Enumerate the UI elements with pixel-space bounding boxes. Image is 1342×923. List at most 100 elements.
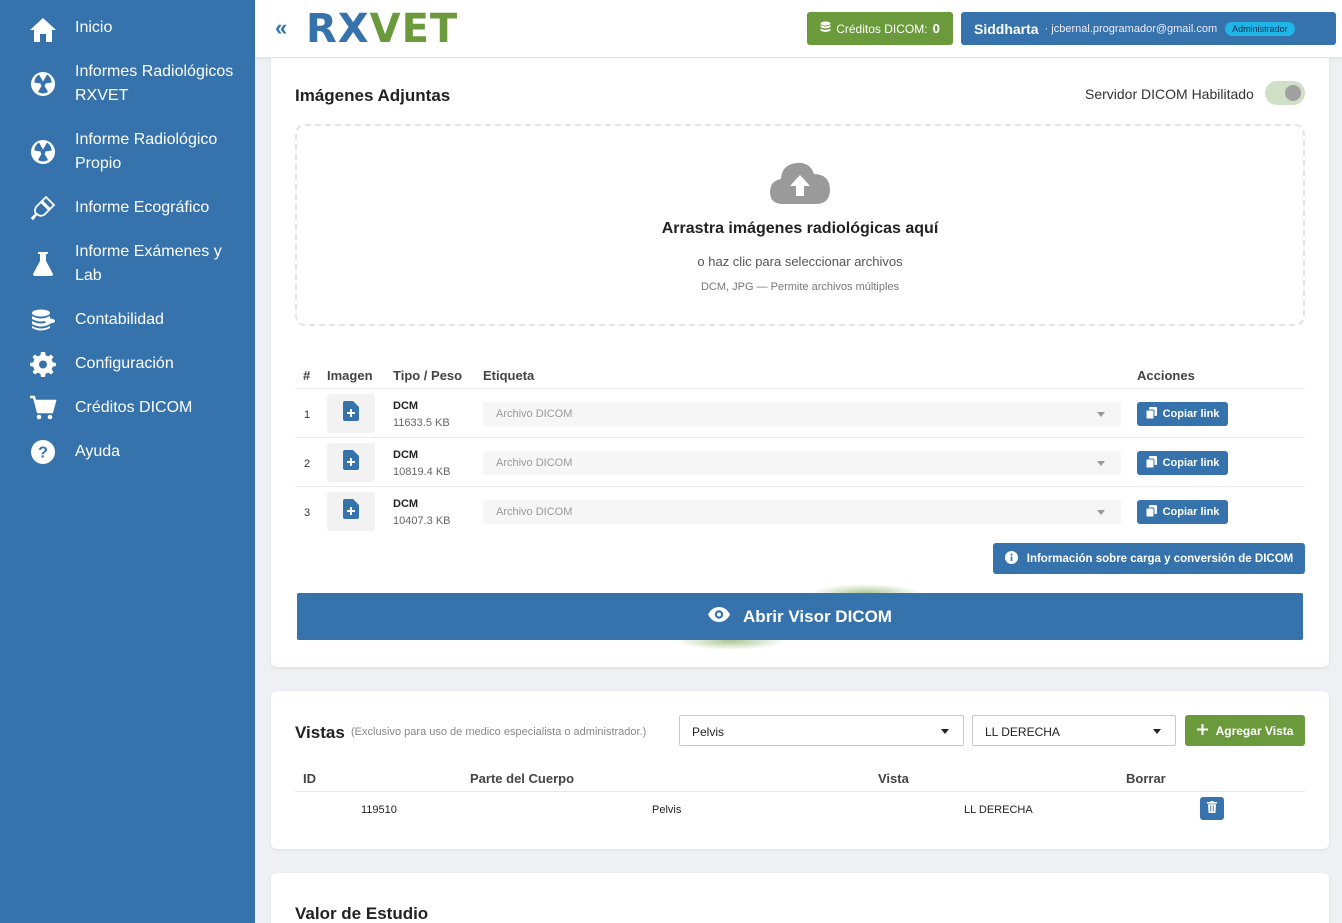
collapse-sidebar-button[interactable]: « <box>275 16 287 40</box>
radiation-icon <box>29 70 57 98</box>
copy-link-button[interactable]: Copiar link <box>1137 451 1228 475</box>
column-header-image: Imagen <box>327 368 373 383</box>
flask-icon <box>29 250 57 278</box>
table-row: 3 DCM 10407.3 KB Archivo DICOM Copiar li… <box>295 486 1305 535</box>
coins-icon <box>820 21 831 36</box>
cloud-upload-icon <box>769 160 831 211</box>
delete-view-button[interactable] <box>1200 797 1224 820</box>
file-type: DCM <box>393 400 419 412</box>
table-row: 1 DCM 11633.5 KB Archivo DICOM Copiar li… <box>295 388 1305 437</box>
eye-icon <box>708 606 731 627</box>
trash-icon <box>1207 800 1217 818</box>
file-size: 10407.3 KB <box>393 515 451 527</box>
dropzone-subtitle: o haz clic para seleccionar archivos <box>697 254 903 269</box>
sidebar-item-label: Informe Exámenes y Lab <box>75 243 222 284</box>
file-size: 11633.5 KB <box>393 417 450 429</box>
dropzone-hint: DCM, JPG — Permite archivos múltiples <box>700 281 900 293</box>
section-title: Imágenes Adjuntas <box>295 86 451 105</box>
image-thumbnail[interactable] <box>327 443 375 482</box>
coins-icon <box>29 306 57 334</box>
file-type: DCM <box>393 498 419 510</box>
attached-images-card: Imágenes Adjuntas Servidor DICOM Habilit… <box>271 58 1329 667</box>
label-select[interactable]: Archivo DICOM <box>483 402 1121 426</box>
sidebar: Inicio Informes Radiológicos RXVET Infor… <box>0 0 255 923</box>
copy-link-button[interactable]: Copiar link <box>1137 402 1228 426</box>
user-email: · jcbernal.programador@gmail.com <box>1044 22 1218 35</box>
ultrasound-probe-icon <box>29 194 57 222</box>
view-select[interactable]: LL DERECHA <box>972 715 1176 746</box>
credits-label: Créditos DICOM: <box>836 21 928 36</box>
vistas-card: Vistas (Exclusivo para uso de medico esp… <box>271 691 1329 849</box>
row-number: 2 <box>304 458 311 470</box>
column-header-type: Tipo / Peso <box>393 368 463 383</box>
sidebar-item-label: Informe Radiológico Propio <box>75 131 218 172</box>
sidebar-item-configuracion[interactable]: Configuración <box>0 350 255 378</box>
body-part-select[interactable]: Pelvis <box>679 715 964 746</box>
image-thumbnail[interactable] <box>327 492 375 531</box>
home-icon <box>29 16 57 44</box>
row-number: 3 <box>304 507 311 519</box>
credits-count: 0 <box>932 21 940 36</box>
label-select[interactable]: Archivo DICOM <box>483 500 1121 524</box>
chevron-down-icon <box>1097 510 1105 515</box>
sidebar-item-creditos-dicom[interactable]: Créditos DICOM <box>0 394 255 422</box>
file-plus-icon <box>343 450 359 475</box>
chevron-down-icon <box>1153 729 1161 734</box>
label-select[interactable]: Archivo DICOM <box>483 451 1121 475</box>
file-plus-icon <box>343 401 359 426</box>
copy-link-button[interactable]: Copiar link <box>1137 500 1228 524</box>
logo: RXVET <box>306 6 459 52</box>
table-row: 2 DCM 10819.4 KB Archivo DICOM Copiar li… <box>295 437 1305 486</box>
cart-icon <box>29 394 57 422</box>
sidebar-item-label: Créditos DICOM <box>75 399 193 416</box>
sidebar-item-informe-propio[interactable]: Informe Radiológico Propio <box>0 128 255 176</box>
open-dicom-viewer-button[interactable]: Abrir Visor DICOM <box>297 593 1303 640</box>
chevron-down-icon <box>941 729 949 734</box>
view-id: 119510 <box>361 804 397 816</box>
column-header-view: Vista <box>878 771 909 786</box>
sidebar-item-label: Informe Ecográfico <box>75 199 210 216</box>
study-value-card: Valor de Estudio <box>271 873 1329 923</box>
row-number: 1 <box>304 409 311 421</box>
vistas-note: (Exclusivo para uso de medico especialis… <box>351 726 647 738</box>
dropzone-title: Arrastra imágenes radiológicas aquí <box>661 220 939 237</box>
radiation-icon <box>29 138 57 166</box>
copy-icon <box>1145 504 1157 520</box>
view-body-part: Pelvis <box>652 804 682 816</box>
column-header-body-part: Parte del Cuerpo <box>470 771 575 786</box>
top-header: « RXVET Créditos DICOM: 0 Siddharta · jc… <box>255 0 1342 58</box>
file-dropzone[interactable]: Arrastra imágenes radiológicas aquí o ha… <box>295 124 1305 326</box>
file-type: DCM <box>393 449 419 461</box>
sidebar-item-contabilidad[interactable]: Contabilidad <box>0 308 255 332</box>
add-view-button[interactable]: Agregar Vista <box>1185 715 1305 746</box>
sidebar-item-label: Informes Radiológicos RXVET <box>75 63 234 104</box>
user-menu[interactable]: Siddharta · jcbernal.programador@gmail.c… <box>961 12 1336 45</box>
sidebar-item-label: Inicio <box>75 19 113 36</box>
chevron-down-icon <box>1097 461 1105 466</box>
column-header-num: # <box>303 368 311 383</box>
info-icon <box>1004 550 1018 567</box>
plus-icon <box>1196 723 1208 738</box>
dicom-server-label: Servidor DICOM Habilitado <box>1085 86 1254 102</box>
sidebar-item-label: Ayuda <box>75 443 121 460</box>
image-thumbnail[interactable] <box>327 394 375 433</box>
user-name: Siddharta <box>974 20 1039 37</box>
table-row: 119510 Pelvis LL DERECHA <box>295 791 1305 827</box>
column-header-label: Etiqueta <box>483 368 535 383</box>
sidebar-item-informes-rxvet[interactable]: Informes Radiológicos RXVET <box>0 60 255 108</box>
section-title: Vistas <box>295 723 345 742</box>
file-size: 10819.4 KB <box>393 466 451 478</box>
dicom-credits-button[interactable]: Créditos DICOM: 0 <box>807 12 953 45</box>
view-name: LL DERECHA <box>964 804 1033 816</box>
sidebar-item-label: Contabilidad <box>75 311 164 328</box>
dicom-info-button[interactable]: Información sobre carga y conversión de … <box>993 543 1305 574</box>
dicom-server-toggle[interactable] <box>1265 81 1305 105</box>
sidebar-item-ayuda[interactable]: ? Ayuda <box>0 440 255 464</box>
sidebar-item-inicio[interactable]: Inicio <box>0 16 255 44</box>
copy-icon <box>1145 406 1157 422</box>
sidebar-item-informe-ecografico[interactable]: Informe Ecográfico <box>0 194 255 222</box>
gear-icon <box>29 350 57 378</box>
sidebar-item-examenes-lab[interactable]: Informe Exámenes y Lab <box>0 240 255 288</box>
sidebar-item-label: Configuración <box>75 355 174 372</box>
svg-text:?: ? <box>38 445 48 462</box>
